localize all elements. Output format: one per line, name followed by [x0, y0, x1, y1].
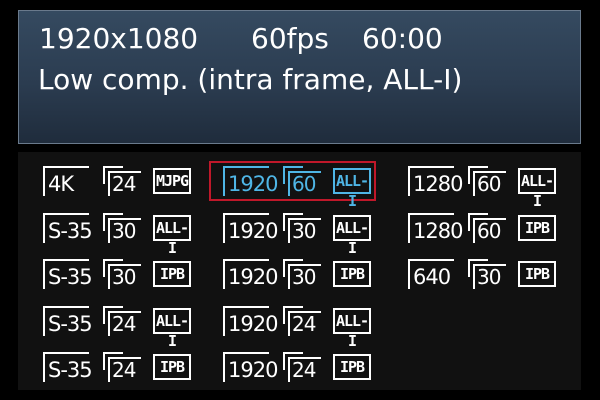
frame-rate-label: 60 [477, 172, 501, 196]
compression-icon: IPB [518, 214, 556, 241]
movie-size-option[interactable]: S-35 24 IPB [43, 344, 213, 384]
compression-icon: ALL-I [333, 168, 371, 210]
movie-size-option[interactable]: S-35 30 ALL-I [43, 205, 213, 257]
movie-size-option[interactable]: 1280 60 IPB [408, 205, 578, 245]
frame-rate-label: 24 [292, 358, 316, 382]
resolution-icon: 1280 [408, 212, 463, 243]
frame-rate-icon: 24 [283, 352, 321, 382]
frame-rate-label: 60 [477, 218, 501, 243]
frame-rate-icon: 30 [468, 259, 506, 289]
frame-rate-label: 60 [292, 172, 316, 196]
resolution-icon: 640 [408, 259, 454, 289]
movie-size-option[interactable]: 1920 60 ALL-I [209, 158, 393, 210]
compression-icon: ALL-I [333, 307, 371, 350]
compression-icon: IPB [333, 261, 371, 287]
resolution-icon: S-35 [43, 305, 93, 336]
movie-size-option[interactable]: 1920 30 ALL-I [223, 205, 393, 257]
compression-label: MJPG [155, 172, 189, 190]
resolution-label: 1920 [228, 311, 278, 336]
movie-size-option[interactable]: 1920 24 ALL-I [223, 298, 393, 350]
movie-size-option[interactable]: 4K 24 MJPG [43, 158, 213, 198]
resolution-icon: S-35 [43, 212, 93, 243]
movie-size-option[interactable]: 640 30 IPB [408, 251, 578, 291]
resolution-label: 1280 [413, 172, 463, 196]
resolution-icon: S-35 [43, 259, 93, 289]
frame-rate-label: 30 [112, 218, 136, 243]
frame-rate-label: 24 [292, 311, 316, 336]
frame-rate-label: 24 [112, 311, 136, 336]
movie-size-option[interactable]: 1280 60 ALL-I [408, 158, 578, 210]
frame-rate-icon: 60 [283, 166, 321, 196]
compression-label: IPB [524, 218, 550, 237]
compression-label: IPB [159, 265, 185, 283]
movie-size-options-grid: 4K 24 MJPG S-35 30 ALL-I S-35 30 IPB S-35 24 ALL-I S… [18, 152, 581, 390]
frame-rate-icon: 60 [468, 166, 506, 196]
compression-label: IPB [159, 358, 185, 376]
recording-info-panel: 1920x1080 60fps 60:00 Low comp. (intra f… [18, 10, 581, 144]
compression-label: IPB [339, 265, 365, 283]
resolution-icon: 1920 [223, 212, 278, 243]
duration-readout: 60:00 [362, 22, 443, 55]
compression-description: Low comp. (intra frame, ALL-I) [38, 63, 463, 96]
frame-rate-label: 30 [477, 265, 501, 289]
resolution-label: 4K [48, 172, 74, 196]
compression-icon: ALL-I [153, 214, 191, 257]
frame-rate-icon: 24 [103, 305, 141, 336]
compression-icon: ALL-I [518, 168, 556, 210]
resolution-label: S-35 [48, 358, 93, 382]
compression-label: IPB [524, 265, 550, 283]
frame-rate-icon: 30 [103, 212, 141, 243]
resolution-label: S-35 [48, 311, 93, 336]
movie-size-option[interactable]: 1920 30 IPB [223, 251, 393, 291]
compression-icon: IPB [518, 261, 556, 287]
frame-rate-icon: 60 [468, 212, 506, 243]
frame-rate-icon: 24 [283, 305, 321, 336]
compression-icon: IPB [333, 354, 371, 380]
resolution-label: 1920 [228, 265, 278, 289]
resolution-icon: 1920 [223, 166, 278, 196]
frame-rate-label: 30 [292, 218, 316, 243]
compression-icon: IPB [153, 261, 191, 287]
resolution-label: 640 [413, 265, 451, 289]
frame-rate-label: 24 [112, 172, 136, 196]
frame-rate-label: 30 [292, 265, 316, 289]
frame-rate-label: 24 [112, 358, 136, 382]
frame-rate-icon: 24 [103, 166, 141, 196]
resolution-icon: 4K [43, 166, 89, 196]
resolution-label: 1920 [228, 218, 278, 243]
resolution-label: S-35 [48, 265, 93, 289]
resolution-icon: S-35 [43, 352, 93, 382]
resolution-label: S-35 [48, 218, 93, 243]
fps-readout: 60fps [251, 22, 329, 55]
resolution-label: 1920 [228, 172, 278, 196]
movie-size-option[interactable]: S-35 24 ALL-I [43, 298, 213, 350]
compression-label: IPB [339, 358, 365, 376]
resolution-icon: 1920 [223, 352, 278, 382]
compression-icon: MJPG [153, 168, 191, 194]
frame-rate-icon: 24 [103, 352, 141, 382]
resolution-readout: 1920x1080 [39, 22, 199, 55]
frame-rate-icon: 30 [283, 212, 321, 243]
resolution-icon: 1920 [223, 259, 278, 289]
compression-icon: ALL-I [153, 307, 191, 350]
movie-size-option[interactable]: S-35 30 IPB [43, 251, 213, 291]
compression-icon: ALL-I [333, 214, 371, 257]
frame-rate-icon: 30 [103, 259, 141, 289]
resolution-label: 1280 [413, 218, 463, 243]
resolution-label: 1920 [228, 358, 278, 382]
frame-rate-icon: 30 [283, 259, 321, 289]
compression-icon: IPB [153, 354, 191, 380]
movie-size-option[interactable]: 1920 24 IPB [223, 344, 393, 384]
resolution-icon: 1920 [223, 305, 278, 336]
frame-rate-label: 30 [112, 265, 136, 289]
resolution-icon: 1280 [408, 166, 463, 196]
